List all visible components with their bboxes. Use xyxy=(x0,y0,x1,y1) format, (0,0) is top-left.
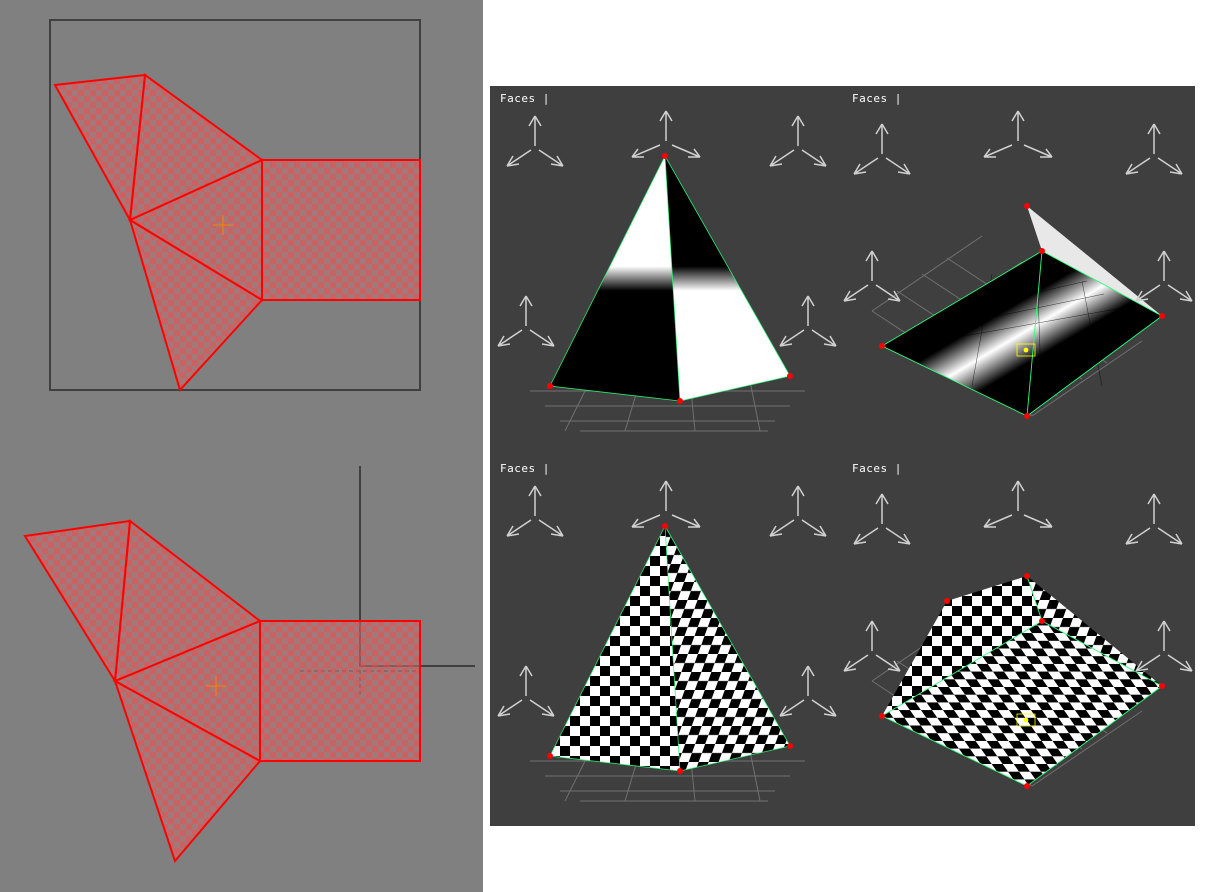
pyramid-mesh[interactable] xyxy=(547,523,793,774)
uv-editor-top[interactable] xyxy=(0,0,483,446)
pyramid-mesh[interactable] xyxy=(879,573,1165,789)
viewport-top-right[interactable]: Faces | xyxy=(842,86,1194,456)
uv-unwrap-top[interactable] xyxy=(55,75,420,390)
3d-viewport-quad: Faces | Faces | xyxy=(490,86,1195,826)
viewport-bottom-left[interactable]: Faces | xyxy=(490,456,842,826)
uv-editor-panel xyxy=(0,0,483,892)
pyramid-mesh[interactable] xyxy=(879,203,1165,419)
uv-editor-bottom[interactable] xyxy=(0,446,483,892)
pyramid-mesh[interactable] xyxy=(547,153,793,404)
viewport-bottom-right[interactable]: Faces | xyxy=(842,456,1194,826)
viewport-top-left[interactable]: Faces | xyxy=(490,86,842,456)
